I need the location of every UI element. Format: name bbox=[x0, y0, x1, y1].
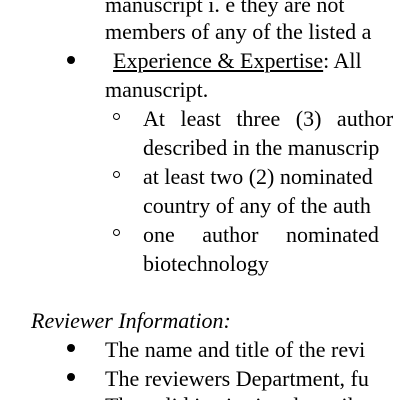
reviewer-item-1: The name and title of the revi bbox=[105, 337, 366, 362]
document-page: manuscript i. e they are not members of … bbox=[0, 0, 400, 400]
experience-suffix: : All bbox=[323, 48, 362, 73]
experience-continuation: manuscript. bbox=[105, 77, 209, 102]
reviewer-heading: Reviewer Information: bbox=[31, 308, 231, 333]
sub-item-1-line-2: described in the manuscrip bbox=[143, 135, 380, 160]
sub-item-1-line-1: At least three (3) author bbox=[143, 106, 394, 131]
sub-item-3-line-1: one author nominated n bbox=[143, 222, 400, 247]
sub-item-2-line-2: country of any of the auth bbox=[143, 193, 371, 218]
sub-bullet-icon bbox=[113, 113, 120, 120]
sub-item-3-line-2: biotechnology bbox=[143, 251, 269, 276]
bullet-icon bbox=[67, 373, 75, 381]
sub-bullet-icon bbox=[113, 229, 120, 236]
experience-label: Experience & Expertise bbox=[113, 48, 324, 73]
experience-item: Experience & Expertise: All bbox=[113, 46, 362, 75]
continuation-line-2: members of any of the listed a bbox=[105, 19, 372, 44]
reviewer-item-2: The reviewers Department, fu bbox=[105, 366, 369, 391]
partial-bottom-line: The valid institutional email bbox=[105, 391, 354, 400]
sub-item-2-line-1: at least two (2) nominated bbox=[143, 164, 373, 189]
bullet-icon bbox=[67, 344, 75, 352]
sub-bullet-icon bbox=[113, 171, 120, 178]
bullet-icon bbox=[67, 56, 75, 64]
